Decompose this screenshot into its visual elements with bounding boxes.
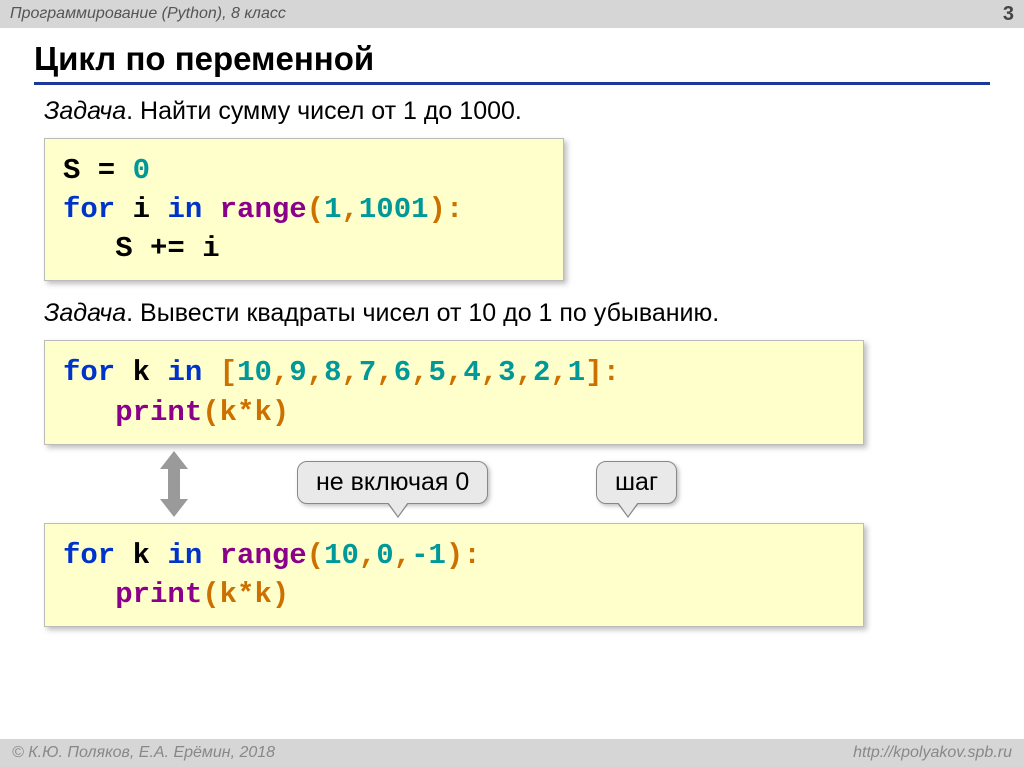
code-bracket: (k*k) [202, 578, 289, 611]
code-number: 6 [394, 356, 411, 389]
code-number: 1 [324, 193, 341, 226]
code-text: , [376, 356, 393, 389]
code-text: , [411, 356, 428, 389]
callout-not-including-zero: не включая 0 [297, 461, 488, 504]
code-number: 8 [324, 356, 341, 389]
footer-bar: © К.Ю. Поляков, Е.А. Ерёмин, 2018 http:/… [0, 739, 1024, 767]
slide-content: Цикл по переменной Задача. Найти сумму ч… [0, 28, 1024, 627]
code-func: print [63, 578, 202, 611]
code-text: , [342, 356, 359, 389]
code-keyword: in [167, 193, 202, 226]
code-bracket: ( [307, 193, 324, 226]
code-number: 4 [463, 356, 480, 389]
code-func: range [202, 539, 306, 572]
code-text: , [481, 356, 498, 389]
code-keyword: for [63, 356, 115, 389]
code-bracket: (k*k) [202, 396, 289, 429]
code-number: 10 [237, 356, 272, 389]
callout-tail [618, 502, 638, 516]
slide-title: Цикл по переменной [34, 40, 990, 85]
code-text: , [272, 356, 289, 389]
task-2-text: . Вывести квадраты чисел от 10 до 1 по у… [126, 299, 719, 327]
task-1: Задача. Найти сумму чисел от 1 до 1000. [44, 97, 980, 126]
code-func: print [63, 396, 202, 429]
code-block-2: for k in [10,9,8,7,6,5,4,3,2,1]: print(k… [44, 340, 864, 444]
callout-tail [388, 502, 408, 516]
task-2: Задача. Вывести квадраты чисел от 10 до … [44, 299, 980, 328]
double-arrow-icon [154, 451, 194, 517]
code-number: 1 [568, 356, 585, 389]
code-text: , [394, 539, 411, 572]
code-number: 5 [429, 356, 446, 389]
code-text: , [341, 193, 358, 226]
code-text [202, 356, 219, 389]
code-bracket: ( [307, 539, 324, 572]
code-number: 3 [498, 356, 515, 389]
code-number: 9 [289, 356, 306, 389]
course-label: Программирование (Python), 8 класс [10, 5, 286, 23]
code-number: 2 [533, 356, 550, 389]
code-func: range [202, 193, 306, 226]
code-text: , [446, 356, 463, 389]
code-number: 7 [359, 356, 376, 389]
code-keyword: for [63, 539, 115, 572]
code-number: -1 [411, 539, 446, 572]
code-text: i [115, 193, 167, 226]
code-number: 1001 [359, 193, 429, 226]
code-text: S = [63, 154, 133, 187]
code-number: 0 [376, 539, 393, 572]
code-text: k [115, 539, 167, 572]
code-number: 10 [324, 539, 359, 572]
code-block-3: for k in range(10,0,-1): print(k*k) [44, 523, 864, 627]
code-text: S += i [63, 232, 220, 265]
code-keyword: in [167, 356, 202, 389]
task-1-text: . Найти сумму чисел от 1 до 1000. [126, 97, 522, 125]
code-text: , [307, 356, 324, 389]
task-2-label: Задача [44, 299, 126, 327]
code-block-1: S = 0 for i in range(1,1001): S += i [44, 138, 564, 281]
code-bracket: ): [429, 193, 464, 226]
code-keyword: for [63, 193, 115, 226]
header-bar: Программирование (Python), 8 класс 3 [0, 0, 1024, 28]
code-text: , [516, 356, 533, 389]
code-keyword: in [167, 539, 202, 572]
task-1-label: Задача [44, 97, 126, 125]
code-bracket: ): [446, 539, 481, 572]
footer-url: http://kpolyakov.spb.ru [853, 744, 1012, 762]
footer-copyright: © К.Ю. Поляков, Е.А. Ерёмин, 2018 [12, 744, 275, 762]
code-text: k [115, 356, 167, 389]
code-number: 0 [133, 154, 150, 187]
connector-row: не включая 0 шаг [44, 445, 990, 523]
code-text: , [359, 539, 376, 572]
code-bracket: [ [220, 356, 237, 389]
page-number: 3 [1003, 3, 1014, 26]
callout-step: шаг [596, 461, 677, 504]
code-bracket: ]: [585, 356, 620, 389]
code-text: , [550, 356, 567, 389]
